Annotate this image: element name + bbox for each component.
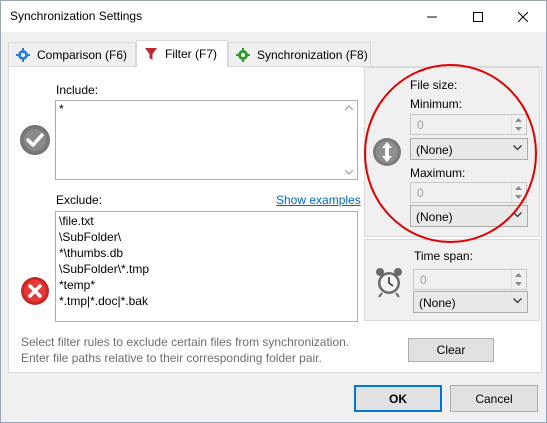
exclude-line: *.tmp|*.doc|*.bak: [59, 294, 148, 308]
chevron-down-icon: [513, 212, 522, 218]
spin-down-icon: [515, 127, 522, 131]
spin-up-icon: [515, 273, 522, 277]
maximum-label: Maximum:: [410, 166, 466, 180]
minimum-unit-select[interactable]: (None): [410, 138, 528, 160]
maximize-icon: [473, 11, 483, 22]
clear-button-label: Clear: [436, 343, 466, 357]
title-bar: Synchronization Settings: [1, 1, 546, 32]
size-arrows-icon: [372, 137, 402, 167]
minimum-unit-value: (None): [416, 143, 453, 157]
time-span-label: Time span:: [414, 249, 473, 263]
exclude-line: \SubFolder\*.tmp: [59, 262, 150, 276]
include-line: *: [59, 102, 64, 116]
gear-blue-icon: [15, 47, 31, 63]
settings-window: Synchronization Settings Comparison (F6)…: [0, 0, 547, 423]
spin-down-icon: [515, 282, 522, 286]
file-size-label: File size:: [410, 78, 458, 92]
minimum-spin-buttons[interactable]: [511, 115, 526, 134]
cancel-button[interactable]: Cancel: [450, 385, 538, 412]
time-span-value: 0: [420, 273, 427, 287]
spin-down-icon: [515, 195, 522, 199]
spin-up-icon: [515, 118, 522, 122]
close-button[interactable]: [500, 1, 546, 32]
tab-synchronization[interactable]: Synchronization (F8): [228, 42, 371, 66]
chevron-down-icon: [513, 145, 522, 151]
tab-comparison[interactable]: Comparison (F6): [8, 42, 136, 66]
minimum-size-spinner[interactable]: 0: [410, 114, 527, 135]
scroll-down-icon: [345, 170, 353, 175]
exclude-line: \file.txt: [59, 214, 94, 228]
ok-button[interactable]: OK: [354, 385, 442, 412]
minimize-button[interactable]: [409, 1, 455, 32]
spin-up-icon: [515, 186, 522, 190]
maximum-unit-select[interactable]: (None): [410, 205, 528, 227]
tab-filter[interactable]: Filter (F7): [136, 40, 228, 67]
maximum-size-value: 0: [417, 186, 424, 200]
alarm-clock-icon: [374, 266, 404, 298]
exclude-textarea[interactable]: \file.txt \SubFolder\ *\thumbs.db \SubFo…: [55, 211, 358, 322]
include-label: Include:: [56, 83, 99, 97]
maximum-unit-value: (None): [416, 210, 453, 224]
exclude-line: *temp*: [59, 278, 96, 292]
time-span-unit-select[interactable]: (None): [413, 291, 528, 313]
clear-button[interactable]: Clear: [408, 338, 494, 362]
exclude-line: *\thumbs.db: [59, 246, 124, 260]
chevron-down-icon: [513, 298, 522, 304]
tab-label: Comparison (F6): [37, 47, 128, 62]
time-span-spin-buttons[interactable]: [511, 270, 526, 289]
exclude-line: \SubFolder\: [59, 230, 122, 244]
cancel-button-label: Cancel: [475, 391, 513, 406]
maximum-size-spinner[interactable]: 0: [410, 182, 527, 203]
hint-line-1: Select filter rules to exclude certain f…: [21, 335, 350, 349]
show-examples-link[interactable]: Show examples: [276, 193, 361, 207]
include-checkmark-icon: [20, 125, 50, 155]
tab-label: Filter (F7): [165, 47, 217, 61]
exclude-label: Exclude:: [56, 193, 103, 207]
tab-label: Synchronization (F8): [257, 47, 368, 62]
ok-button-label: OK: [389, 391, 407, 406]
maximum-spin-buttons[interactable]: [511, 183, 526, 202]
minimum-label: Minimum:: [410, 97, 463, 111]
scroll-up-icon: [345, 105, 353, 110]
gear-green-icon: [235, 47, 251, 63]
include-scrollbar[interactable]: [341, 101, 357, 179]
hint-line-2: Enter file paths relative to their corre…: [21, 351, 322, 365]
minimum-size-value: 0: [417, 118, 424, 132]
minimize-icon: [427, 16, 437, 17]
funnel-icon: [143, 46, 159, 62]
include-textarea[interactable]: *: [55, 100, 358, 180]
exclude-x-icon: [20, 276, 50, 306]
time-span-spinner[interactable]: 0: [413, 269, 527, 290]
close-icon: [518, 11, 528, 22]
maximize-button[interactable]: [455, 1, 501, 32]
time-span-unit-value: (None): [419, 296, 456, 310]
window-title: Synchronization Settings: [10, 9, 143, 23]
